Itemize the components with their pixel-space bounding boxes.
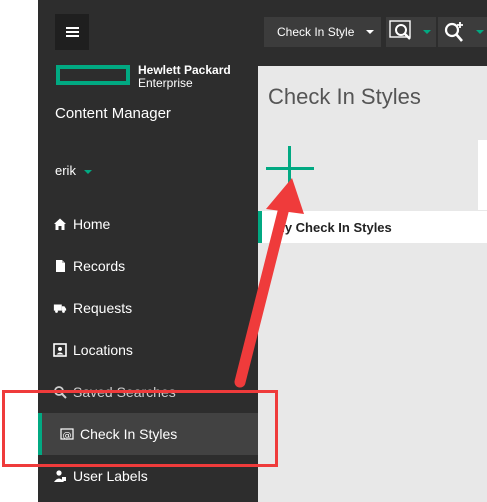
user-label-icon: [53, 469, 67, 483]
sidebar-item-label: User Labels: [73, 468, 148, 484]
sidebar-item-label: Records: [73, 258, 126, 274]
chevron-down-icon: [475, 30, 484, 34]
search-button[interactable]: [386, 17, 418, 47]
hpe-logo-text: Hewlett Packard Enterprise: [138, 64, 231, 90]
hamburger-icon: [65, 27, 79, 37]
page-title: Check In Styles: [268, 84, 421, 109]
search-records-icon: [389, 20, 411, 40]
contact-card-icon: [53, 343, 67, 357]
app-window: Hewlett Packard Enterprise Content Manag…: [0, 0, 487, 502]
add-button[interactable]: [266, 146, 314, 192]
sidebar-item-label: Locations: [73, 342, 133, 358]
logo-line2: Enterprise: [138, 76, 193, 90]
user-menu[interactable]: erik: [55, 163, 92, 178]
advanced-search-dropdown[interactable]: [472, 17, 487, 47]
sidebar-item-requests[interactable]: Requests: [38, 287, 258, 329]
hamburger-menu-button[interactable]: [55, 14, 89, 50]
list-item[interactable]: My Check In Styles: [258, 211, 487, 243]
username: erik: [55, 163, 76, 178]
sidebar-item-records[interactable]: Records: [38, 245, 258, 287]
top-toolbar: Check In Style: [258, 0, 487, 66]
advanced-search-button[interactable]: [438, 17, 472, 47]
product-name: Content Manager: [55, 105, 171, 122]
annotation-highlight-box: [2, 390, 278, 467]
home-icon: [53, 217, 67, 231]
main-content: Check In Styles My Check In Styles: [258, 66, 487, 502]
advanced-search-icon: [444, 22, 463, 42]
sidebar-item-home[interactable]: Home: [38, 203, 258, 245]
search-options-dropdown[interactable]: [418, 17, 436, 47]
truck-icon: [53, 301, 67, 315]
check-in-style-dropdown[interactable]: Check In Style: [264, 17, 381, 47]
hpe-logo-mark: [56, 65, 130, 85]
detail-panel-edge: [478, 140, 487, 210]
sidebar-item-label: Requests: [73, 300, 133, 316]
document-icon: [53, 259, 67, 273]
chevron-down-icon: [366, 30, 375, 34]
plus-icon-vertical: [288, 146, 291, 192]
dropdown-label: Check In Style: [277, 25, 355, 39]
chevron-down-icon: [423, 30, 431, 34]
sidebar-item-label: Home: [73, 216, 111, 232]
sidebar-item-locations[interactable]: Locations: [38, 329, 258, 371]
chevron-down-icon: [83, 169, 92, 174]
